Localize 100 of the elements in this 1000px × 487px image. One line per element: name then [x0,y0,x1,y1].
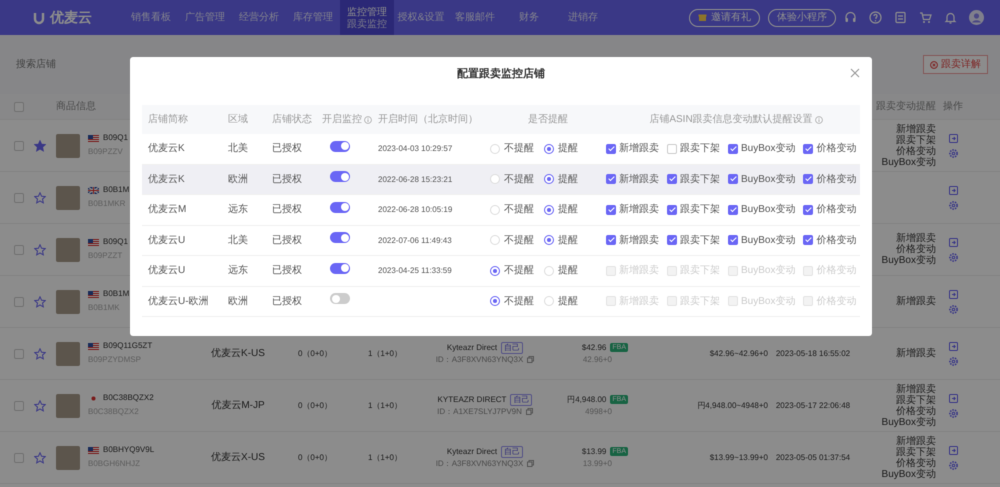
checkbox-option[interactable]: 跟卖下架 [667,232,720,248]
headset-icon[interactable] [844,11,857,24]
asin-text: B09Q1 [103,132,128,144]
toggle-switch[interactable] [330,171,350,182]
copy-icon[interactable] [526,408,533,415]
price-text: 円4,948.00 [567,394,606,406]
checkbox-option[interactable]: 新增跟卖 [606,172,659,187]
square-arrow-icon[interactable] [948,238,958,246]
start-time: 2022-06-28 15:23:21 [378,174,452,184]
checkbox[interactable] [14,296,24,306]
checkbox-option[interactable]: 跟卖下架 [667,141,720,156]
flag-icon [88,238,99,246]
checkbox-option[interactable]: BuyBox变动 [728,172,796,187]
radio-option[interactable]: 提醒 [544,172,578,187]
asin-text: B0BHYQ9V9L [103,444,154,456]
copy-icon[interactable] [527,460,534,467]
radio-option[interactable]: 不提醒 [490,141,534,156]
document-icon[interactable] [894,11,907,24]
toggle-switch[interactable] [330,140,350,152]
gear-icon[interactable] [948,356,958,366]
seller-id: ID：A3F8XVN63YNQ3X [436,458,524,470]
gear-icon[interactable] [948,252,958,262]
square-arrow-icon[interactable] [948,342,958,350]
checkbox-option[interactable]: 价格变动 [803,141,856,156]
square-arrow-icon[interactable] [948,134,958,142]
square-arrow-icon[interactable] [948,290,958,298]
star-icon[interactable] [34,296,46,308]
reminder-text: 新增跟卖 [896,233,936,244]
update-time: 2023-05-05 01:37:54 [776,452,850,462]
region-text: 远东 [228,204,248,216]
checkbox-option[interactable]: BuyBox变动 [728,202,796,218]
gear-icon[interactable] [948,304,958,314]
square-arrow-icon[interactable] [948,394,958,402]
checkbox-option[interactable]: BuyBox变动 [728,232,796,248]
checkbox[interactable] [14,452,24,462]
gear-icon[interactable] [948,148,958,158]
radio-option[interactable]: 提醒 [544,294,578,309]
gear-icon[interactable] [948,200,958,210]
reminder-text: 新增跟卖 [896,384,936,394]
notification-icon[interactable] [944,11,957,24]
radio-option[interactable]: 不提醒 [490,232,534,248]
radio-option[interactable]: 不提醒 [490,202,534,218]
close-icon[interactable] [850,68,860,78]
checkbox-option[interactable]: 价格变动 [803,172,856,187]
offer-count: 0（0+0） [298,348,332,358]
avatar-icon[interactable] [969,10,984,25]
checkbox[interactable] [14,244,24,254]
checkbox[interactable] [14,102,24,112]
checkbox[interactable] [14,140,24,150]
checkbox-option[interactable]: 价格变动 [803,232,856,248]
checkbox-option[interactable]: 跟卖下架 [667,202,720,218]
radio-option[interactable]: 提醒 [544,232,578,248]
checkbox-option[interactable]: 新增跟卖 [606,202,659,218]
search-field[interactable]: 搜索店铺 [12,56,122,74]
star-icon[interactable] [34,452,46,464]
reminder-text: BuyBox变动 [882,156,936,168]
checkbox-option[interactable]: 新增跟卖 [606,232,659,248]
radio-option[interactable]: 提醒 [544,141,578,156]
toggle-switch[interactable] [330,232,350,244]
modal-title: 配置跟卖监控店铺 [457,66,545,82]
reminder-text: BuyBox变动 [882,416,936,428]
seller-count: 1（1+0） [368,452,402,462]
toggle-switch[interactable] [330,262,350,274]
toggle-switch[interactable] [330,293,350,304]
cart-icon[interactable] [919,11,932,24]
checkbox[interactable] [14,348,24,358]
info-icon[interactable] [814,116,823,124]
star-icon[interactable] [34,140,46,152]
toggle-switch[interactable] [330,202,350,213]
column-header: 开启时间（北京时间） [378,112,478,127]
checkbox[interactable] [14,192,24,202]
checkbox-option[interactable]: 跟卖下架 [667,172,720,187]
radio-option[interactable]: 不提醒 [490,294,534,309]
checkbox-option[interactable]: BuyBox变动 [728,141,796,156]
reminder-text: 新增跟卖 [896,124,936,134]
radio-option[interactable]: 提醒 [544,202,578,218]
reminder-text: 价格变动 [896,244,936,255]
start-time: 2023-04-25 11:33:59 [378,266,452,276]
asin-text: B09Q11G5ZT [103,340,152,352]
star-icon[interactable] [34,400,46,412]
info-icon[interactable] [364,116,372,124]
star-icon[interactable] [34,348,46,360]
radio-option[interactable]: 不提醒 [490,263,534,278]
nav-tab[interactable]: 监控管理 跟卖监控 [340,0,394,35]
radio-option[interactable]: 提醒 [544,263,578,278]
store-name: 优麦云K [148,174,185,185]
column-header: 店铺状态 [272,112,312,127]
checkbox-option[interactable]: 价格变动 [803,202,856,218]
copy-icon[interactable] [527,356,534,363]
checkbox-option[interactable]: 新增跟卖 [606,141,659,156]
radio-option[interactable]: 不提醒 [490,172,534,187]
gear-icon[interactable] [948,460,958,470]
square-arrow-icon[interactable] [948,186,958,194]
checkbox[interactable] [14,400,24,410]
square-arrow-icon[interactable] [948,446,958,454]
gear-icon[interactable] [948,408,958,418]
region-text: 北美 [228,143,248,154]
star-icon[interactable] [34,192,46,204]
star-icon[interactable] [34,244,46,256]
help-icon[interactable] [869,11,882,24]
